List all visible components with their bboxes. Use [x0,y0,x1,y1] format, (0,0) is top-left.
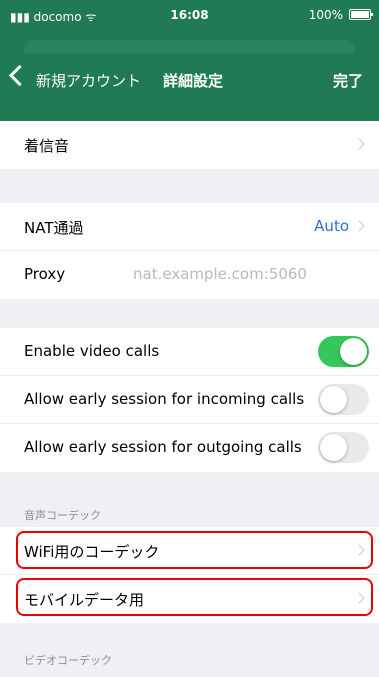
nat-row[interactable]: NAT通過 Auto [0,203,379,251]
call-options-group: Enable video calls Allow early session f… [0,328,379,472]
ringtone-label: 着信音 [24,137,70,155]
toggle-row-video: Enable video calls [0,328,379,376]
status-bar: ▮▮▮ docomo ᯤ 16:08 100% [0,0,379,30]
audio-codec-header: 音声コーデック [24,509,101,522]
done-button[interactable]: 完了 [333,70,363,91]
chevron-left-icon[interactable] [8,64,31,87]
early-incoming-label: Allow early session for incoming calls [24,390,305,408]
highlight-wifi-codec [16,531,373,569]
proxy-row[interactable]: Proxy nat.example.com:5060 [0,251,379,299]
sheet-handle [24,40,355,54]
network-group: NAT通過 Auto Proxy nat.example.com:5060 [0,203,379,299]
early-outgoing-toggle[interactable] [318,432,369,463]
toggle-row-early-incoming: Allow early session for incoming calls [0,376,379,424]
ringtone-group: 着信音 [0,121,379,169]
nat-value: Auto [314,217,349,235]
toggle-row-early-outgoing: Allow early session for outgoing calls [0,424,379,472]
chevron-right-icon [353,138,365,150]
highlight-mobile-data-codec [16,578,373,616]
video-codec-header: ビデオコーデック [24,654,112,667]
proxy-label: Proxy [24,265,66,283]
battery-percent: 100% [308,8,343,22]
nav-bar: 新規アカウント 詳細設定 完了 [0,58,379,102]
header: ▮▮▮ docomo ᯤ 16:08 100% 新規アカウント 詳細設定 完了 [0,0,379,121]
battery-icon [349,9,373,20]
early-outgoing-label: Allow early session for outgoing calls [24,438,302,456]
page-title: 詳細設定 [163,72,224,90]
early-incoming-toggle[interactable] [318,384,369,415]
nat-label: NAT通過 [24,219,84,237]
video-calls-label: Enable video calls [24,342,160,360]
chevron-right-icon [353,220,365,232]
back-button[interactable]: 新規アカウント [36,70,141,91]
ringtone-row[interactable]: 着信音 [0,121,379,169]
video-calls-toggle[interactable] [318,336,369,367]
proxy-input[interactable]: nat.example.com:5060 [133,265,307,283]
